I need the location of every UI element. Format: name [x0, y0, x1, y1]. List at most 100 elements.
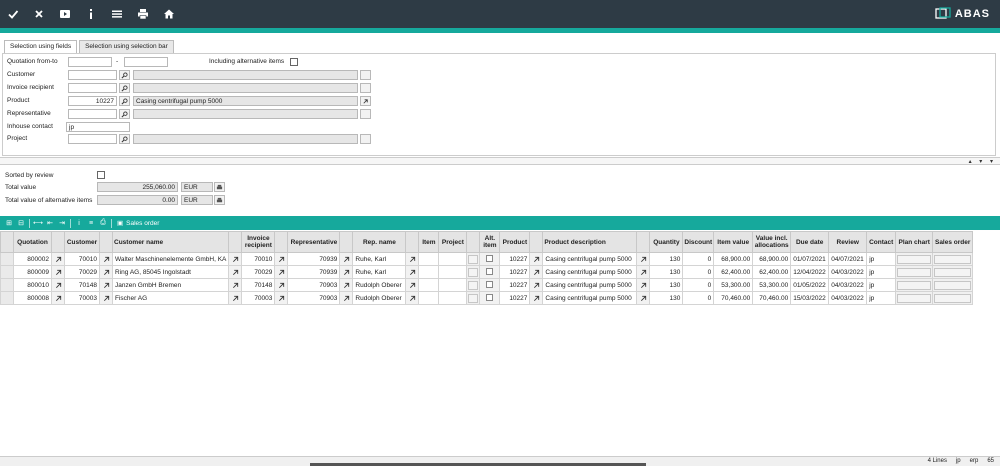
invoice-search-icon[interactable] — [119, 83, 130, 93]
customer-link-icon[interactable] — [99, 291, 113, 305]
customer-name-link-icon[interactable] — [228, 265, 243, 279]
col-customer[interactable]: Customer — [64, 231, 100, 253]
menu-icon[interactable] — [104, 0, 130, 28]
alt-item-check[interactable] — [486, 267, 494, 275]
alt-total-print-icon[interactable] — [214, 195, 225, 205]
invoice-link-icon[interactable] — [274, 278, 289, 292]
rep-link-icon[interactable] — [339, 291, 354, 305]
customer-link-icon[interactable] — [99, 265, 113, 279]
project-input[interactable] — [68, 134, 117, 144]
rep-name-link-icon[interactable] — [405, 265, 420, 279]
close-icon[interactable] — [26, 0, 52, 28]
alt-item-check[interactable] — [486, 280, 494, 288]
product-desc-link-icon[interactable] — [636, 265, 651, 279]
tab-selection-fields[interactable]: Selection using fields — [4, 40, 78, 53]
check-icon[interactable] — [0, 0, 26, 28]
rep-link-icon[interactable] — [339, 252, 354, 266]
alt-item-check[interactable] — [486, 293, 494, 301]
col-quantity[interactable]: Quantity — [649, 231, 684, 253]
row-handle[interactable] — [0, 265, 14, 279]
quotation-from-input[interactable] — [68, 57, 112, 67]
rep-link-button[interactable] — [360, 109, 371, 119]
column-width-icon[interactable]: ⟷ — [32, 217, 44, 229]
sorted-checkbox[interactable] — [97, 171, 105, 179]
total-print-icon[interactable] — [214, 182, 225, 192]
quotation-link-icon[interactable] — [51, 252, 65, 266]
plan-chart-button[interactable] — [895, 252, 934, 266]
sales-order-row-button[interactable] — [932, 291, 974, 305]
expand-icon[interactable]: ⊞ — [3, 217, 15, 229]
col-product-desc[interactable]: Product description — [542, 231, 638, 253]
col-sales-order[interactable]: Sales order — [932, 231, 974, 253]
plan-chart-button[interactable] — [895, 265, 934, 279]
product-link-icon[interactable] — [529, 252, 544, 266]
sales-order-row-button[interactable] — [932, 252, 974, 266]
col-rep-name[interactable]: Rep. name — [352, 231, 407, 253]
customer-name-link-icon[interactable] — [228, 291, 243, 305]
project-button[interactable] — [466, 252, 481, 266]
product-link-icon[interactable] — [529, 291, 544, 305]
invoice-input[interactable] — [68, 83, 117, 93]
col-product[interactable]: Product — [499, 231, 531, 253]
col-alt-item[interactable]: Alt. item — [479, 231, 501, 253]
row-handle[interactable] — [0, 291, 14, 305]
col-contact[interactable]: Contact — [866, 231, 897, 253]
sales-order-button[interactable]: ▣ Sales order — [117, 219, 159, 228]
quotation-link-icon[interactable] — [51, 291, 65, 305]
row-handle[interactable] — [0, 278, 14, 292]
project-button[interactable] — [466, 265, 481, 279]
col-customer-name[interactable]: Customer name — [111, 231, 230, 253]
alt-item-checkbox[interactable] — [479, 252, 501, 266]
rep-name-link-icon[interactable] — [405, 291, 420, 305]
invoice-link-icon[interactable] — [274, 252, 289, 266]
product-desc-link-icon[interactable] — [636, 252, 651, 266]
rep-input[interactable] — [68, 109, 117, 119]
quotation-to-input[interactable] — [124, 57, 168, 67]
col-quotation[interactable]: Quotation — [13, 231, 52, 253]
customer-name-link-icon[interactable] — [228, 252, 243, 266]
tab-selection-bar[interactable]: Selection using selection bar — [79, 40, 174, 53]
customer-link-button[interactable] — [360, 70, 371, 80]
alt-item-checkbox[interactable] — [479, 278, 501, 292]
splitter-arrows-icon[interactable]: ▴ ▾ ▾ — [969, 158, 996, 165]
play-icon[interactable] — [52, 0, 78, 28]
product-link-icon[interactable] — [529, 265, 544, 279]
collapse-icon[interactable]: ⊟ — [15, 217, 27, 229]
project-link-button[interactable] — [360, 134, 371, 144]
panel-splitter[interactable]: ▴ ▾ ▾ — [0, 157, 1000, 165]
invoice-link-button[interactable] — [360, 83, 371, 93]
alt-item-check[interactable] — [486, 254, 494, 262]
row-handle[interactable] — [0, 252, 14, 266]
plan-chart-button[interactable] — [895, 291, 934, 305]
invoice-link-icon[interactable] — [274, 291, 289, 305]
product-link-icon[interactable] — [360, 96, 371, 106]
col-invoice-recipient[interactable]: Invoice recipient — [241, 231, 276, 253]
quotation-link-icon[interactable] — [51, 278, 65, 292]
alt-item-checkbox[interactable] — [479, 291, 501, 305]
include-alt-checkbox[interactable] — [290, 58, 298, 66]
info-icon[interactable]: i — [73, 217, 85, 229]
table-row[interactable]: 800009 70029 Ring AG, 85045 Ingolstadt 7002… — [0, 265, 974, 279]
customer-link-icon[interactable] — [99, 252, 113, 266]
col-due-date[interactable]: Due date — [790, 231, 830, 253]
customer-search-icon[interactable] — [119, 70, 130, 80]
product-desc-link-icon[interactable] — [636, 291, 651, 305]
table-row[interactable]: 800010 70148 Janzen GmbH Bremen 70148 70903 R… — [0, 278, 974, 292]
col-project[interactable]: Project — [438, 231, 468, 253]
home-icon[interactable] — [156, 0, 182, 28]
inhouse-input[interactable]: jp — [66, 122, 130, 132]
col-review[interactable]: Review — [828, 231, 868, 253]
col-discount[interactable]: Discount — [682, 231, 715, 253]
product-desc-link-icon[interactable] — [636, 278, 651, 292]
rep-link-icon[interactable] — [339, 278, 354, 292]
invoice-link-icon[interactable] — [274, 265, 289, 279]
col-value-alloc[interactable]: Value incl. allocations — [752, 231, 792, 253]
project-search-icon[interactable] — [119, 134, 130, 144]
info-icon[interactable] — [78, 0, 104, 28]
print-icon[interactable] — [130, 0, 156, 28]
rep-search-icon[interactable] — [119, 109, 130, 119]
rep-name-link-icon[interactable] — [405, 278, 420, 292]
customer-name-link-icon[interactable] — [228, 278, 243, 292]
list-icon[interactable]: ≡ — [85, 217, 97, 229]
rep-name-link-icon[interactable] — [405, 252, 420, 266]
